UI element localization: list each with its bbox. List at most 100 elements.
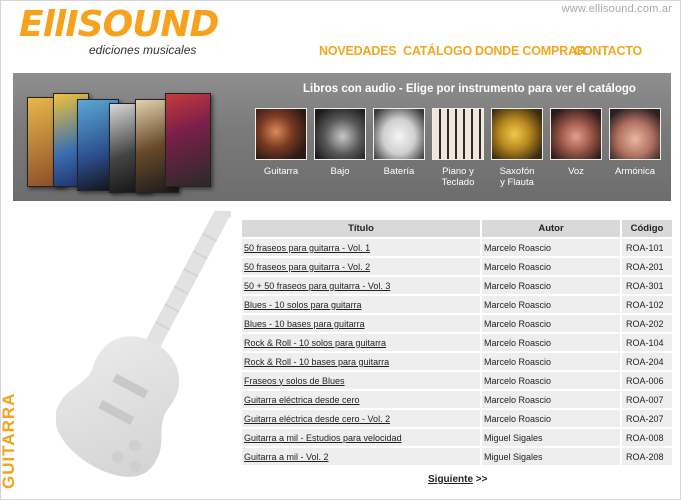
cell-code: ROA-201 (622, 258, 672, 275)
table-header-row: Título Autor Código (242, 220, 672, 237)
book-title-link[interactable]: 50 + 50 fraseos para guitarra - Vol. 3 (244, 281, 390, 291)
cell-title: 50 + 50 fraseos para guitarra - Vol. 3 (242, 277, 480, 294)
logo-wordmark: EllISOUND (19, 4, 219, 45)
cell-title: Guitarra eléctrica desde cero - Vol. 2 (242, 410, 480, 427)
instrument-label: Bajo (330, 166, 350, 177)
site-url: www.ellisound.com.ar (561, 3, 672, 15)
cell-title: Blues - 10 bases para guitarra (242, 315, 480, 332)
saxophone-photo-icon (491, 108, 543, 160)
nav-novedades[interactable]: NOVEDADES (319, 44, 397, 58)
cell-code: ROA-104 (622, 334, 672, 351)
banner-title: Libros con audio - Elige por instrumento… (303, 83, 636, 95)
cell-author: Marcelo Roascio (482, 353, 620, 370)
logo-subtitle: ediciones musicales (89, 43, 197, 57)
guitar-illustration-icon (56, 211, 231, 477)
cell-code: ROA-204 (622, 353, 672, 370)
cell-code: ROA-007 (622, 391, 672, 408)
book-title-link[interactable]: Guitarra a mil - Vol. 2 (244, 452, 329, 462)
book-title-link[interactable]: Guitarra a mil - Estudios para velocidad (244, 433, 402, 443)
table-row: Blues - 10 bases para guitarra Marcelo Ro… (242, 315, 672, 332)
cell-author: Miguel Sigales (482, 448, 620, 465)
cell-title: Fraseos y solos de Blues (242, 372, 480, 389)
cell-code: ROA-101 (622, 239, 672, 256)
instrument-voz[interactable]: Voz (550, 108, 602, 177)
cell-code: ROA-102 (622, 296, 672, 313)
cell-author: Marcelo Roascio (482, 315, 620, 332)
cell-title: Guitarra a mil - Estudios para velocidad (242, 429, 480, 446)
book-title-link[interactable]: 50 fraseos para guitarra - Vol. 1 (244, 243, 370, 253)
column-header-author: Autor (482, 220, 620, 237)
instrument-label: Armónica (614, 166, 656, 177)
book-title-link[interactable]: Blues - 10 solos para guitarra (244, 300, 362, 310)
cell-author: Marcelo Roascio (482, 277, 620, 294)
table-row: Rock & Roll - 10 bases para guitarra Marc… (242, 353, 672, 370)
instrument-saxofon[interactable]: Saxofón y Flauta (491, 108, 543, 188)
instrument-label: Batería (383, 166, 415, 177)
instrument-label: Piano y Teclado (441, 166, 475, 188)
instrument-banner: Libros con audio - Elige por instrumento… (13, 73, 671, 201)
cell-title: Guitarra eléctrica desde cero (242, 391, 480, 408)
table-row: Fraseos y solos de Blues Marcelo Roascio R… (242, 372, 672, 389)
cell-author: Marcelo Roascio (482, 372, 620, 389)
instrument-label: Saxofón y Flauta (499, 166, 535, 188)
instrument-piano[interactable]: Piano y Teclado (432, 108, 484, 188)
cell-title: Rock & Roll - 10 solos para guitarra (242, 334, 480, 351)
logo[interactable]: EllISOUND ediciones musicales (19, 4, 219, 58)
pagination: Siguiente >> (428, 474, 487, 485)
catalog-table: Título Autor Código 50 fraseos para guit… (240, 218, 674, 467)
cell-code: ROA-301 (622, 277, 672, 294)
piano-photo-icon (432, 108, 484, 160)
table-row: Guitarra eléctrica desde cero - Vol. 2 Ma… (242, 410, 672, 427)
cell-code: ROA-006 (622, 372, 672, 389)
next-arrow-icon: >> (475, 474, 488, 485)
column-header-title: Título (242, 220, 480, 237)
cell-code: ROA-202 (622, 315, 672, 332)
cell-code: ROA-207 (622, 410, 672, 427)
cell-title: 50 fraseos para guitarra - Vol. 1 (242, 239, 480, 256)
instrument-armonica[interactable]: Armónica (609, 108, 661, 177)
table-row: Guitarra a mil - Vol. 2 Miguel Sigales ROA… (242, 448, 672, 465)
cell-author: Marcelo Roascio (482, 296, 620, 313)
guitar-photo-icon (255, 108, 307, 160)
cell-title: Rock & Roll - 10 bases para guitarra (242, 353, 480, 370)
nav-catalogo[interactable]: CATÁLOGO (403, 44, 472, 58)
next-page-link[interactable]: Siguiente (428, 474, 473, 485)
cell-author: Marcelo Roascio (482, 410, 620, 427)
instrument-label: Guitarra (263, 166, 299, 177)
drum-photo-icon (373, 108, 425, 160)
instrument-bajo[interactable]: Bajo (314, 108, 366, 177)
cell-author: Marcelo Roascio (482, 239, 620, 256)
instrument-bateria[interactable]: Batería (373, 108, 425, 177)
cell-author: Marcelo Roascio (482, 334, 620, 351)
book-title-link[interactable]: Blues - 10 bases para guitarra (244, 319, 365, 329)
column-header-code: Código (622, 220, 672, 237)
cell-title: Guitarra a mil - Vol. 2 (242, 448, 480, 465)
cell-code: ROA-208 (622, 448, 672, 465)
harmonica-photo-icon (609, 108, 661, 160)
cell-title: 50 fraseos para guitarra - Vol. 2 (242, 258, 480, 275)
book-title-link[interactable]: Guitarra eléctrica desde cero - Vol. 2 (244, 414, 390, 424)
section-label: GUITARRA (0, 392, 18, 489)
table-row: Rock & Roll - 10 solos para guitarra Marc… (242, 334, 672, 351)
page: www.ellisound.com.ar EllISOUND ediciones… (0, 0, 681, 500)
table-row: 50 fraseos para guitarra - Vol. 2 Marcelo… (242, 258, 672, 275)
book-title-link[interactable]: Rock & Roll - 10 solos para guitarra (244, 338, 386, 348)
table-row: Guitarra eléctrica desde cero Marcelo Roa… (242, 391, 672, 408)
book-cover (165, 93, 211, 187)
book-title-link[interactable]: Fraseos y solos de Blues (244, 376, 345, 386)
bass-photo-icon (314, 108, 366, 160)
cell-author: Marcelo Roascio (482, 258, 620, 275)
book-title-link[interactable]: 50 fraseos para guitarra - Vol. 2 (244, 262, 370, 272)
table-row: 50 fraseos para guitarra - Vol. 1 Marcelo… (242, 239, 672, 256)
book-title-link[interactable]: Guitarra eléctrica desde cero (244, 395, 360, 405)
nav-contacto[interactable]: CONTACTO (574, 44, 642, 58)
cell-author: Miguel Sigales (482, 429, 620, 446)
table-row: 50 + 50 fraseos para guitarra - Vol. 3 Ma… (242, 277, 672, 294)
cell-title: Blues - 10 solos para guitarra (242, 296, 480, 313)
book-covers-image (23, 83, 223, 195)
nav-donde-comprar[interactable]: DONDE COMPRAR (475, 44, 586, 58)
cell-code: ROA-008 (622, 429, 672, 446)
book-title-link[interactable]: Rock & Roll - 10 bases para guitarra (244, 357, 389, 367)
instrument-guitarra[interactable]: Guitarra (255, 108, 307, 177)
table-row: Guitarra a mil - Estudios para velocidad… (242, 429, 672, 446)
